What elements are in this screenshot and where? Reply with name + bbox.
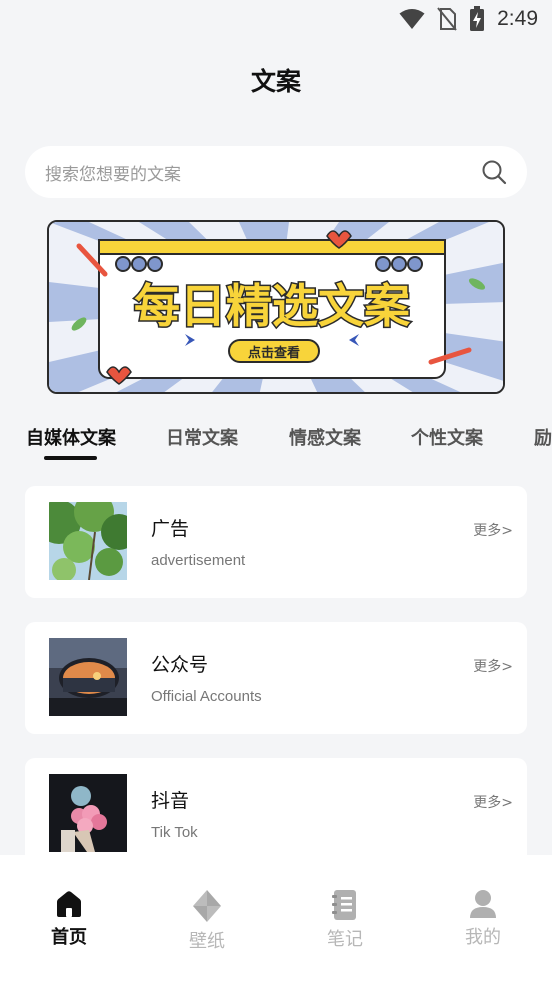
home-icon — [57, 891, 81, 917]
tiktok-thumbnail — [49, 774, 127, 852]
status-time: 2:49 — [497, 7, 538, 30]
nav-label: 笔记 — [327, 929, 363, 950]
nav-label: 我的 — [465, 927, 501, 948]
banner-artwork: 点击查看 每日精选文案 — [49, 222, 503, 392]
card-subtitle: Official Accounts — [151, 688, 262, 705]
wifi-icon — [399, 9, 425, 29]
search-input[interactable]: 搜索您想要的文案 — [45, 160, 481, 185]
active-tab-indicator — [44, 456, 97, 460]
nav-label: 壁纸 — [189, 931, 225, 952]
card-title: 广告 — [151, 518, 190, 540]
search-icon[interactable] — [481, 159, 507, 185]
tab-personality[interactable]: 个性文案 — [411, 424, 483, 450]
more-link[interactable]: 更多> — [473, 792, 513, 812]
more-link[interactable]: 更多> — [473, 520, 513, 540]
official-accounts-thumbnail — [49, 638, 127, 716]
card-subtitle: Tik Tok — [151, 824, 198, 841]
category-card-official-accounts[interactable]: 公众号 Official Accounts 更多> — [25, 622, 527, 734]
more-link[interactable]: 更多> — [473, 656, 513, 676]
bottom-nav: 首页 壁纸 笔记 我的 — [0, 855, 552, 983]
nav-label: 首页 — [51, 927, 87, 948]
binder-rings-left — [115, 256, 163, 272]
page-title: 文案 — [250, 67, 301, 96]
category-card-ads[interactable]: 广告 advertisement 更多> — [25, 486, 527, 598]
card-title: 抖音 — [151, 790, 190, 812]
daily-picks-banner[interactable]: 点击查看 每日精选文案 — [47, 220, 505, 394]
profile-icon — [470, 890, 496, 918]
card-subtitle: advertisement — [151, 552, 246, 569]
category-tabs: 自媒体文案 日常文案 情感文案 个性文案 励 — [0, 420, 552, 464]
banner-headline: 每日精选文案 — [134, 279, 411, 333]
category-card-tiktok[interactable]: 抖音 Tik Tok 更多> — [25, 758, 527, 870]
tab-self-media[interactable]: 自媒体文案 — [26, 424, 116, 450]
no-sim-icon — [437, 7, 457, 31]
nav-notes[interactable]: 笔记 — [276, 855, 414, 983]
binder-rings-right — [375, 256, 423, 272]
notebook-icon — [332, 890, 356, 920]
ads-thumbnail — [49, 502, 127, 580]
status-bar: 2:49 — [0, 0, 552, 38]
battery-charging-icon — [470, 6, 485, 31]
tab-emotional[interactable]: 情感文案 — [289, 424, 361, 450]
tab-inspirational[interactable]: 励 — [534, 424, 552, 450]
nav-wallpaper[interactable]: 壁纸 — [138, 855, 276, 983]
card-title: 公众号 — [151, 654, 209, 676]
nav-home[interactable]: 首页 — [0, 855, 138, 983]
tab-daily[interactable]: 日常文案 — [166, 424, 238, 450]
nav-profile[interactable]: 我的 — [414, 855, 552, 983]
banner-button-label[interactable]: 点击查看 — [248, 345, 300, 361]
wallpaper-icon — [193, 890, 221, 922]
search-bar[interactable]: 搜索您想要的文案 — [25, 146, 527, 198]
